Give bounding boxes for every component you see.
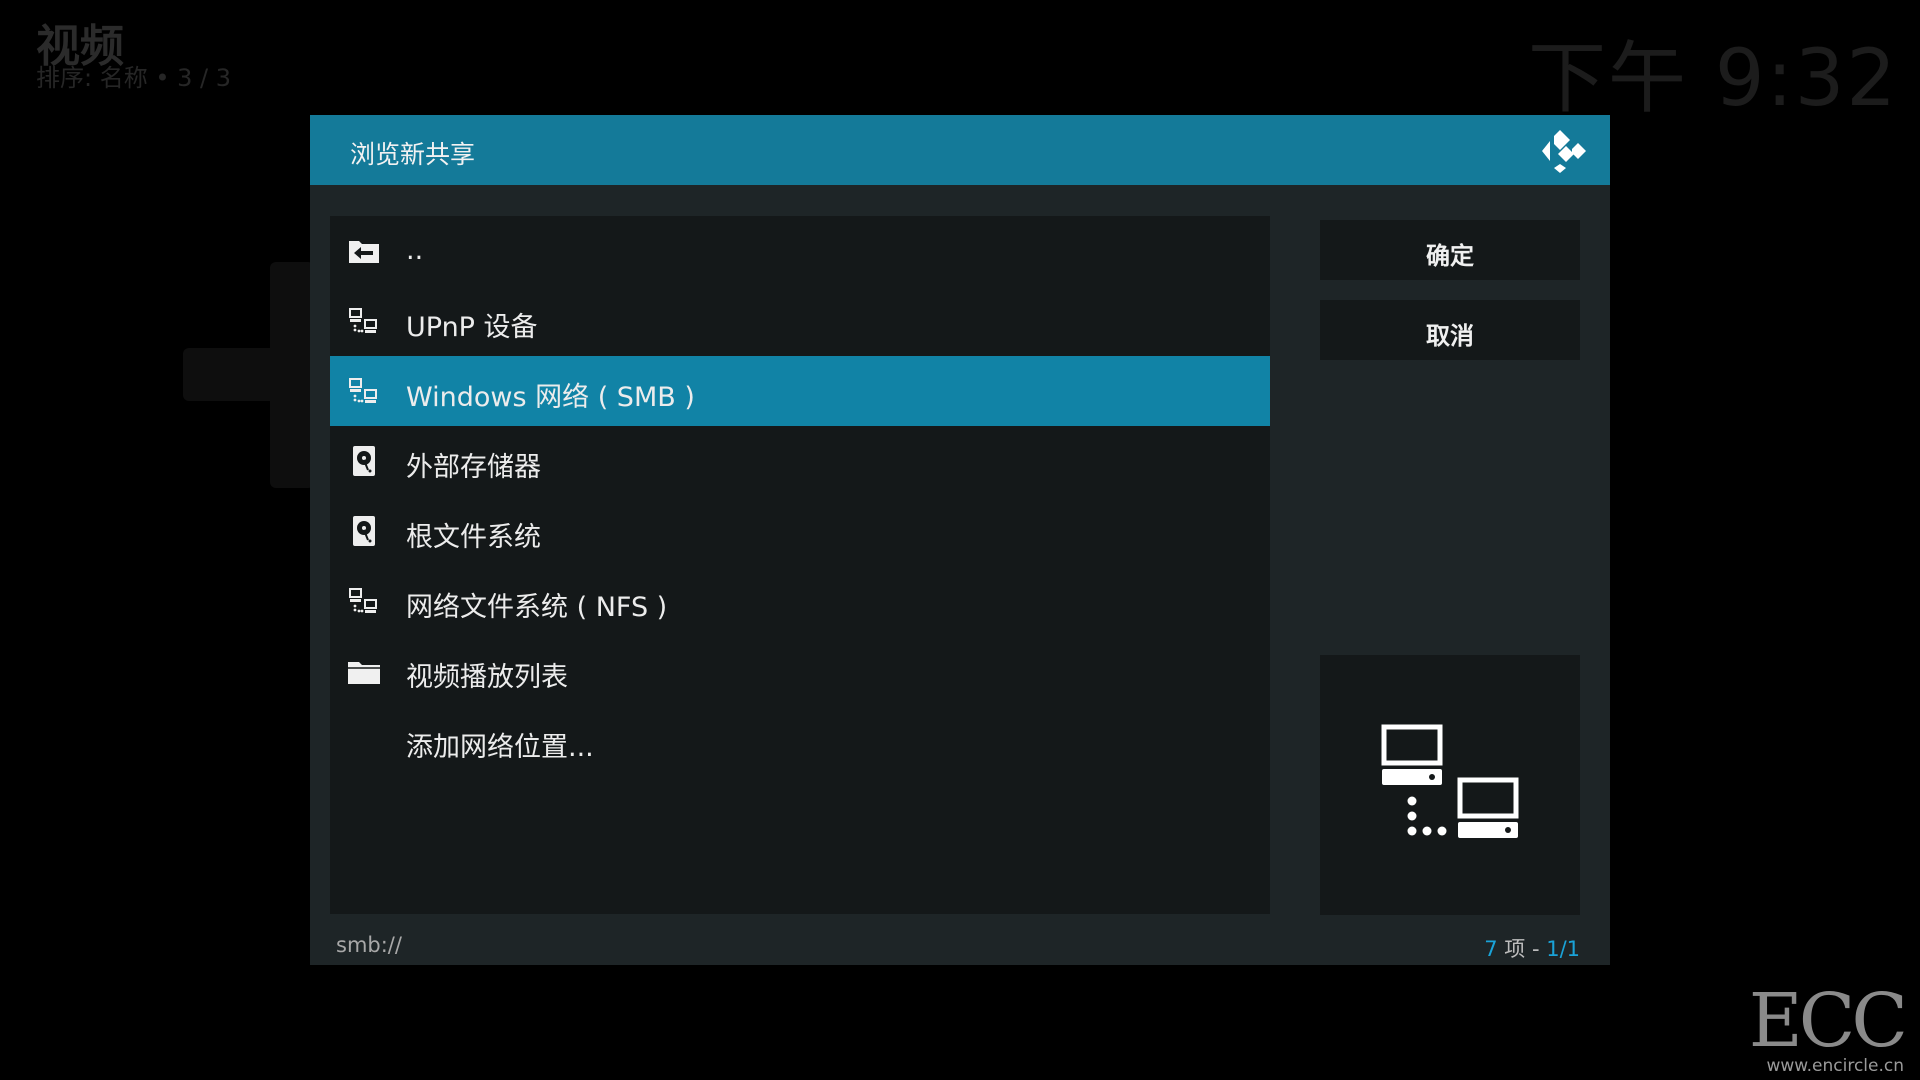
ok-button[interactable]: 确定	[1320, 220, 1580, 280]
item-count: 7 项 - 1/1	[1484, 933, 1580, 963]
harddisk-icon	[353, 516, 375, 546]
folder-back-icon	[349, 241, 379, 263]
folder-icon	[348, 662, 380, 684]
background-clock: 下午 9:32	[1528, 34, 1898, 124]
dialog-title: 浏览新共享	[350, 140, 476, 169]
network-icon	[349, 588, 377, 613]
cancel-button[interactable]: 取消	[1320, 300, 1580, 360]
list-item-label: UPnP 设备	[406, 312, 538, 343]
list-item-label: 根文件系统	[406, 522, 541, 553]
browse-share-dialog: 浏览新共享 .. UPnP 设备 Windows 网络 (SMB) 外部存储…	[310, 115, 1610, 965]
watermark-logo: ECC	[1748, 978, 1908, 1064]
current-path: smb://	[336, 933, 402, 957]
list-item-label: 外部存储器	[406, 452, 541, 483]
background-add-shape-bar	[183, 348, 314, 401]
cancel-button-label: 取消	[1426, 322, 1474, 350]
list-item-label: 视频播放列表	[406, 662, 568, 693]
watermark: ECC www.encircle.cn	[1748, 978, 1908, 1076]
harddisk-icon	[353, 446, 375, 476]
list-item-label: 添加网络位置...	[406, 732, 594, 763]
watermark-url: www.encircle.cn	[1766, 1056, 1904, 1076]
page-indicator: 1/1	[1546, 937, 1580, 961]
item-count-unit: 项 -	[1497, 937, 1547, 961]
list-item-root-filesystem[interactable]: 根文件系统	[330, 496, 1270, 566]
list-item-video-playlists[interactable]: 视频播放列表	[330, 636, 1270, 706]
network-icon	[349, 378, 377, 403]
list-item-upnp[interactable]: UPnP 设备	[330, 286, 1270, 356]
dialog-header: 浏览新共享	[310, 115, 1610, 185]
background-sort-info: 排序: 名称 • 3 / 3	[36, 64, 232, 92]
item-count-number: 7	[1484, 937, 1498, 961]
network-icon	[349, 308, 377, 333]
list-item-external-storage[interactable]: 外部存储器	[330, 426, 1270, 496]
kodi-logo-icon	[1542, 130, 1586, 173]
ok-button-label: 确定	[1426, 242, 1474, 270]
preview-thumbnail	[1320, 655, 1580, 915]
list-item-label: Windows 网络 ( SMB )	[406, 382, 695, 413]
list-item-add-network-location[interactable]: 添加网络位置...	[330, 706, 1270, 776]
list-item-parent[interactable]: ..	[330, 216, 1270, 286]
list-item-label: 网络文件系统 ( NFS )	[406, 592, 668, 623]
list-item-smb[interactable]: Windows 网络 ( SMB )	[330, 356, 1270, 426]
source-list: .. UPnP 设备 Windows 网络 ( SMB ) 外部存储器 根文件系…	[330, 216, 1270, 914]
list-item-label: ..	[406, 235, 424, 266]
list-item-nfs[interactable]: 网络文件系统 ( NFS )	[330, 566, 1270, 636]
network-computers-icon	[1381, 724, 1519, 838]
